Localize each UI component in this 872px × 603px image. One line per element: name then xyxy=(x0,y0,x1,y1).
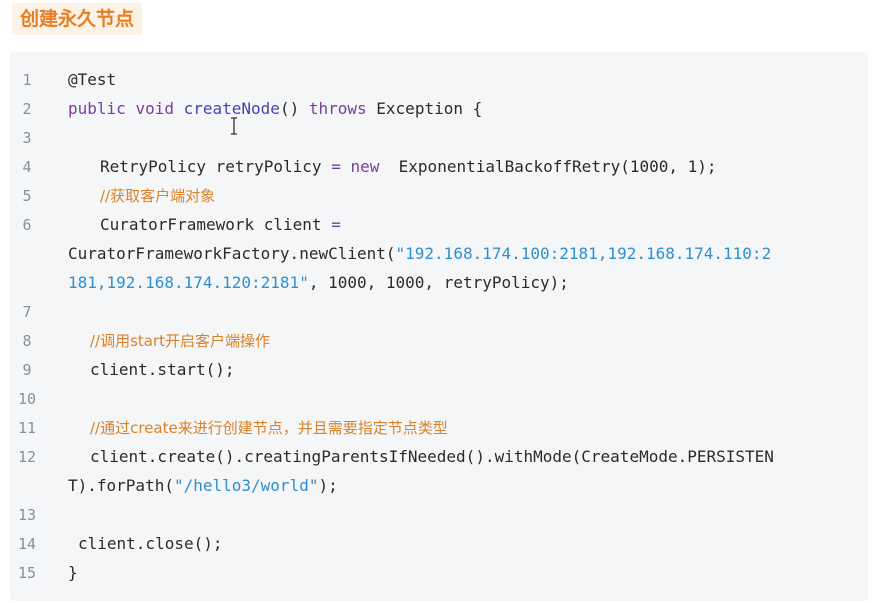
line-number: 15 xyxy=(17,564,37,582)
code-text: ); xyxy=(318,476,338,495)
code-line-12-wrap: T).forPath("/hello3/world"); xyxy=(68,476,338,496)
line-number: 10 xyxy=(17,390,37,408)
string-literal: "/hello3/world" xyxy=(173,476,319,495)
code-line-6-wrap-1: CuratorFrameworkFactory.newClient("192.1… xyxy=(68,244,771,264)
code-line-12: client.create().creatingParentsIfNeeded(… xyxy=(90,447,774,466)
code-line-6: CuratorFramework client = xyxy=(100,215,341,235)
section-heading: 创建永久节点 xyxy=(12,3,143,35)
keyword: new xyxy=(350,157,380,176)
code-line-2: public void createNode() throws Exceptio… xyxy=(68,99,482,119)
code-block xyxy=(10,52,868,601)
line-number: 8 xyxy=(22,332,32,350)
line-number: 9 xyxy=(22,361,32,379)
line-number: 1 xyxy=(22,71,32,89)
code-comment: //获取客户端对象 xyxy=(100,187,216,205)
line-number: 4 xyxy=(22,158,32,176)
code-text: CuratorFrameworkFactory.newClient( xyxy=(68,244,396,263)
code-line-15: } xyxy=(68,563,78,582)
keyword: void xyxy=(135,99,174,118)
code-line-6-wrap-2: 181,192.168.174.120:2181", 1000, 1000, r… xyxy=(68,273,569,293)
line-number: 12 xyxy=(17,448,37,466)
code-text: CuratorFramework client xyxy=(100,215,322,234)
line-number: 14 xyxy=(17,535,37,553)
line-number: 6 xyxy=(22,216,32,234)
code-comment: //通过create来进行创建节点，并且需要指定节点类型 xyxy=(90,419,448,437)
line-number: 2 xyxy=(22,100,32,118)
string-literal: "192.168.174.100:2181,192.168.174.110:2 xyxy=(395,244,772,263)
operator: = xyxy=(331,215,341,234)
code-text: , 1000, 1000, retryPolicy); xyxy=(308,273,569,292)
line-number: 11 xyxy=(17,419,37,437)
line-number: 5 xyxy=(22,187,32,205)
text-cursor-icon xyxy=(231,117,237,135)
code-line-9: client.start(); xyxy=(90,360,235,379)
code-line-14: client.close(); xyxy=(78,534,223,553)
code-text: Exception { xyxy=(376,99,483,118)
operator: = xyxy=(331,157,341,176)
function-name: createNode xyxy=(183,99,280,118)
line-number: 13 xyxy=(17,506,37,524)
code-text: RetryPolicy retryPolicy xyxy=(100,157,322,176)
code-text: (1000, 1); xyxy=(620,157,717,176)
code-text: () xyxy=(279,99,300,118)
code-text: T).forPath( xyxy=(68,476,174,495)
keyword: throws xyxy=(308,99,367,118)
keyword: public xyxy=(68,99,126,118)
line-number: 3 xyxy=(22,129,32,147)
code-line-4: RetryPolicy retryPolicy = new Exponentia… xyxy=(100,157,717,177)
code-comment: //调用start开启客户端操作 xyxy=(90,332,271,350)
string-literal: 181,192.168.174.120:2181" xyxy=(68,273,309,292)
code-line-1: @Test xyxy=(68,70,117,89)
code-text: ExponentialBackoffRetry xyxy=(398,157,621,176)
line-number: 7 xyxy=(22,303,32,321)
